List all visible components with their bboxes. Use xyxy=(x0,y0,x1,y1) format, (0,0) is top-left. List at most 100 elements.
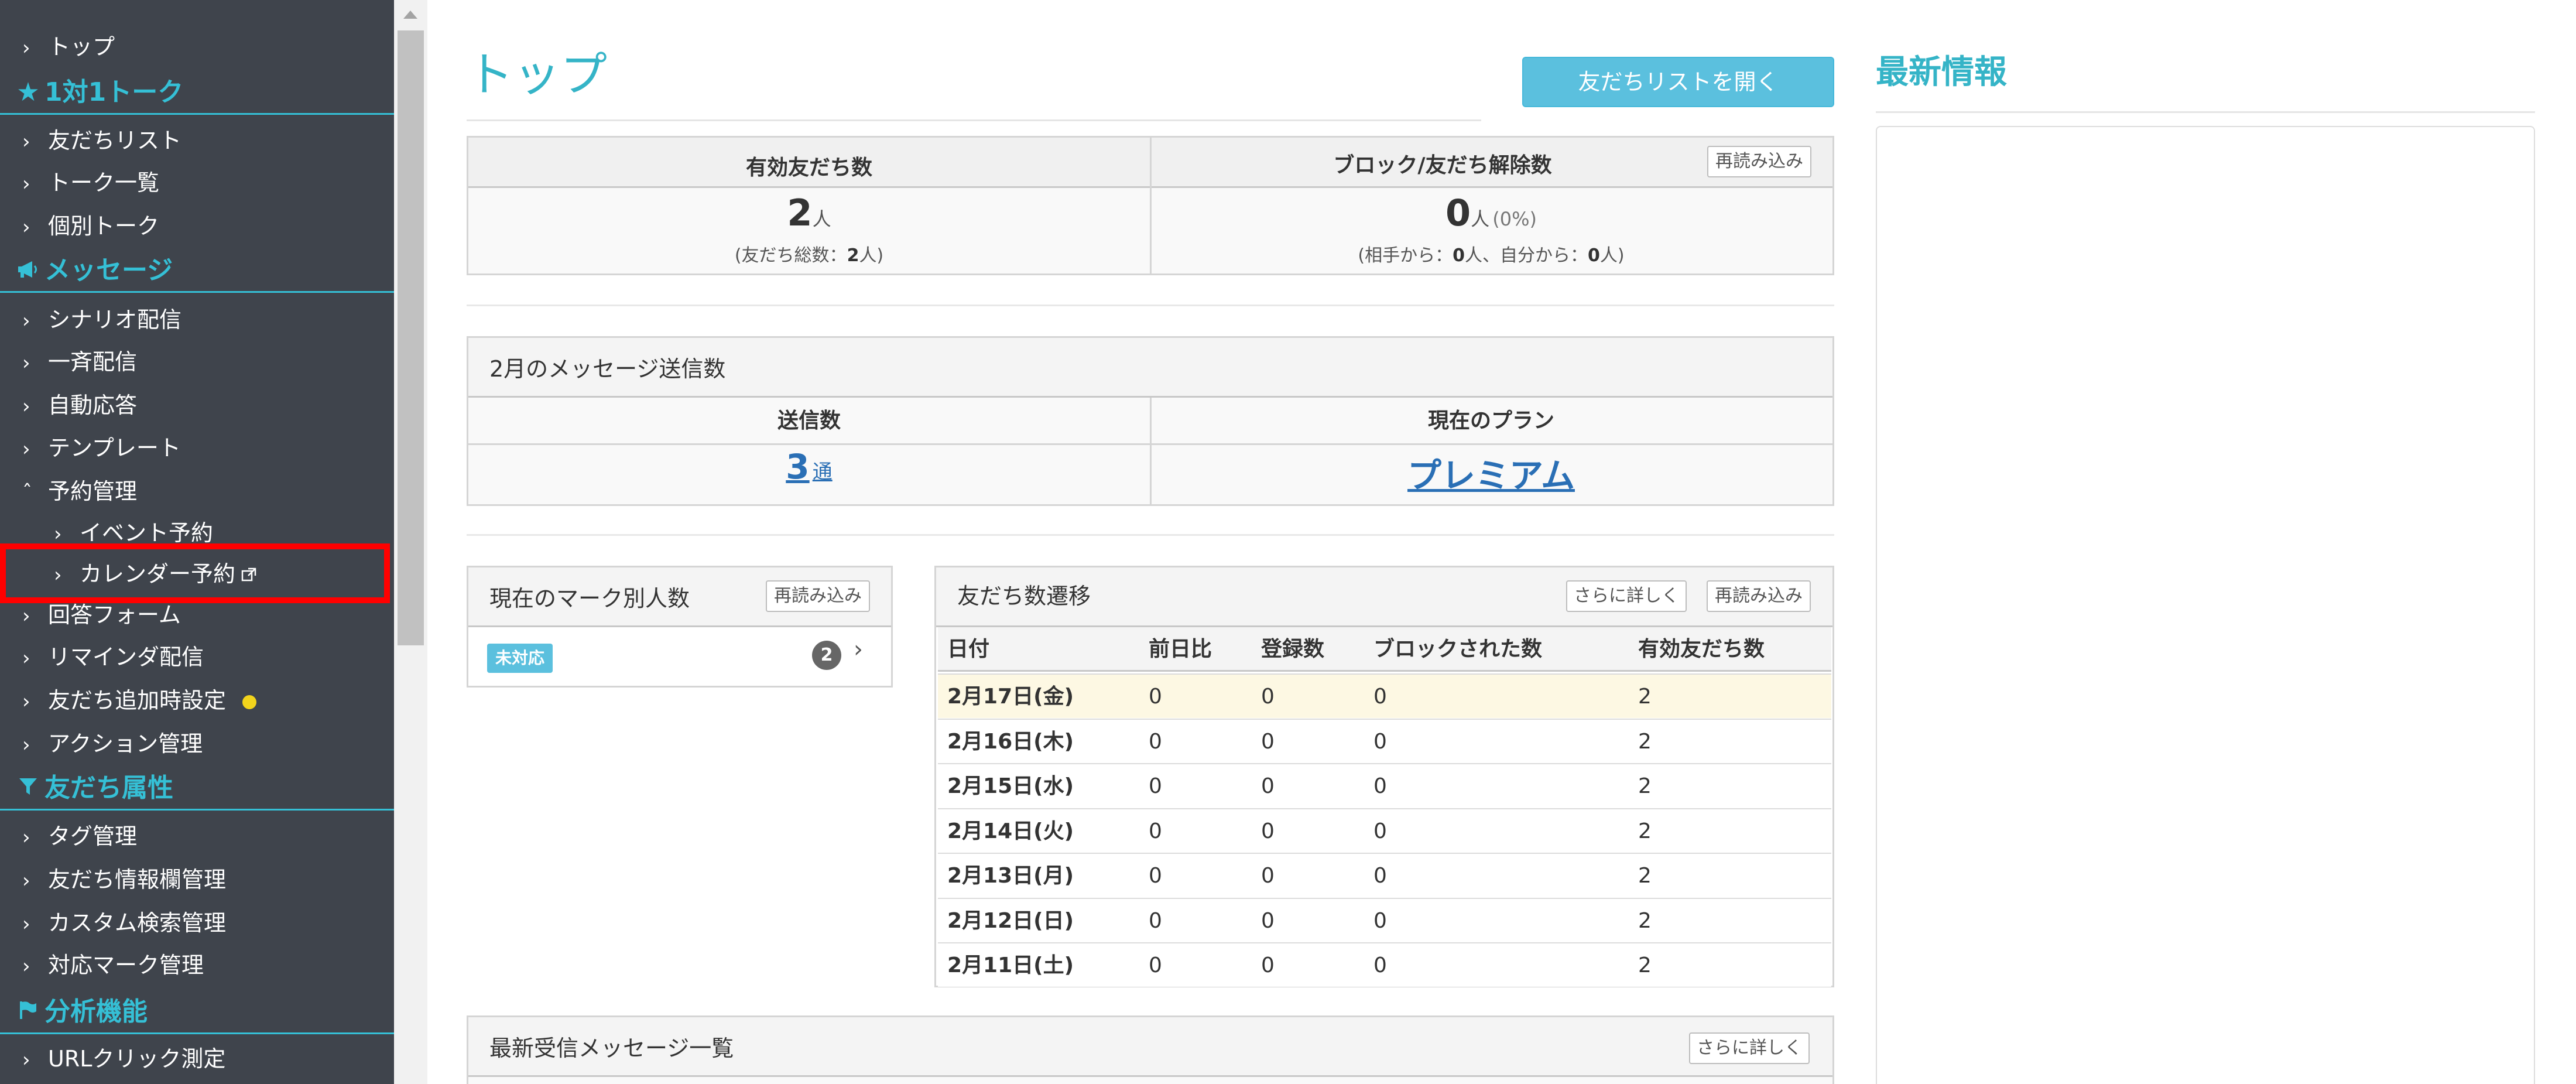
table-cell: 2月17日(金) xyxy=(947,685,1074,709)
table-cell: 0 xyxy=(1149,729,1162,754)
table-cell: 2 xyxy=(1638,864,1652,888)
notification-dot xyxy=(242,695,257,709)
sidebar-item-broadcast[interactable]: › 一斉配信 xyxy=(22,346,137,378)
table-cell: 0 xyxy=(1149,685,1162,709)
latest-messages-panel: 最新受信メッセージ一覧 さらに詳しく xyxy=(467,1015,1834,1084)
mark-badge-unhandled[interactable]: 未対応 xyxy=(487,644,553,673)
chevron-right-icon: › xyxy=(22,604,30,628)
chevron-right-icon: › xyxy=(22,826,30,849)
chevron-right-icon: › xyxy=(22,1048,30,1072)
star-icon: ★ xyxy=(16,77,40,107)
news-title: 最新情報 xyxy=(1876,53,2007,91)
table-cell: 0 xyxy=(1149,908,1162,933)
sidebar-item-mark-management[interactable]: › 対応マーク管理 xyxy=(22,949,204,982)
table-cell: 2月15日(水) xyxy=(947,774,1074,798)
table-row: 2月12日(日) 0 0 0 2 xyxy=(938,897,1831,942)
sidebar-item-reservation[interactable]: ˆ 予約管理 xyxy=(22,475,137,508)
chevron-right-icon: › xyxy=(22,130,30,153)
trend-reload-button[interactable]: 再読み込み xyxy=(1707,580,1811,612)
active-friends-value: 2人 xyxy=(787,192,831,234)
trend-detail-button[interactable]: さらに詳しく xyxy=(1566,580,1687,612)
sidebar-item-reminder[interactable]: › リマインダ配信 xyxy=(22,641,204,673)
news-divider xyxy=(1876,111,2535,113)
open-friend-list-button[interactable]: 友だちリストを開く xyxy=(1522,57,1834,107)
table-cell: 0 xyxy=(1261,685,1275,709)
table-row: 2月16日(木) 0 0 0 2 xyxy=(938,718,1831,763)
table-cell: 2月12日(日) xyxy=(947,908,1074,933)
table-cell: 0 xyxy=(1149,819,1162,843)
sidebar-item-auto-reply[interactable]: › 自動応答 xyxy=(22,389,137,422)
table-cell: 2月14日(火) xyxy=(947,819,1074,843)
chevron-right-icon: › xyxy=(22,912,30,936)
friend-trend-panel: 友だち数遷移 さらに詳しく 再読み込み 日付 前日比 登録数 ブロックされた数 … xyxy=(934,566,1834,987)
section-one-to-one-talk: ★ 1対1トーク xyxy=(0,70,394,115)
table-cell: 0 xyxy=(1149,953,1162,977)
sidebar-item-scenario[interactable]: › シナリオ配信 xyxy=(22,303,181,336)
table-row: 2月11日(土) 0 0 0 2 xyxy=(938,942,1831,987)
table-cell: 0 xyxy=(1149,864,1162,888)
table-cell: 0 xyxy=(1373,864,1387,888)
column-header-change: 前日比 xyxy=(1149,637,1212,661)
sent-count-label: 送信数 xyxy=(777,409,841,433)
reload-button[interactable]: 再読み込み xyxy=(1707,146,1811,177)
sent-count-value: 3 通 xyxy=(786,447,833,487)
sidebar-item-friend-info-management[interactable]: › 友だち情報欄管理 xyxy=(22,863,226,896)
sidebar-item-friend-add-settings[interactable]: › 友だち追加時設定 xyxy=(22,684,257,717)
chevron-right-icon: › xyxy=(22,216,30,239)
megaphone-icon xyxy=(12,248,44,293)
chevron-right-icon: › xyxy=(22,309,30,333)
table-cell: 0 xyxy=(1373,819,1387,843)
section-divider xyxy=(467,534,1834,536)
table-cell: 2 xyxy=(1638,908,1652,933)
column-header-blocked: ブロックされた数 xyxy=(1373,637,1543,661)
latest-messages-title: 最新受信メッセージ一覧 xyxy=(489,1035,734,1061)
chevron-right-icon[interactable]: › xyxy=(854,636,863,663)
sidebar-item-friend-list[interactable]: › 友だちリスト xyxy=(22,124,181,157)
filter-icon xyxy=(12,766,44,811)
sidebar-item-template[interactable]: › テンプレート xyxy=(22,432,181,464)
column-header-active: 有効友だち数 xyxy=(1638,637,1765,661)
chevron-right-icon: › xyxy=(22,690,30,713)
current-plan-label: 現在のプラン xyxy=(1427,409,1554,433)
sidebar-item-custom-search[interactable]: › カスタム検索管理 xyxy=(22,907,226,939)
section-message: メッセージ xyxy=(0,248,394,293)
chevron-right-icon: › xyxy=(22,869,30,892)
scroll-thumb[interactable] xyxy=(398,30,424,645)
section-friend-attributes: 友だち属性 xyxy=(0,766,394,811)
table-cell: 0 xyxy=(1373,774,1387,798)
chevron-right-icon: › xyxy=(22,733,30,757)
chevron-right-icon: › xyxy=(22,351,30,375)
plan-link[interactable]: プレミアム xyxy=(1407,456,1575,495)
blocked-breakdown-note: (相手から：0人、自分から：0人) xyxy=(1358,245,1625,266)
table-cell: 2 xyxy=(1638,819,1652,843)
table-cell: 0 xyxy=(1261,908,1275,933)
sidebar-scrollbar[interactable] xyxy=(394,0,427,1084)
chevron-right-icon: › xyxy=(22,647,30,670)
table-cell: 2 xyxy=(1638,774,1652,798)
flag-icon xyxy=(12,990,44,1034)
sidebar-item-answer-form[interactable]: › 回答フォーム xyxy=(22,599,181,631)
total-friends-note: (友だち総数：2人) xyxy=(734,245,884,266)
table-cell: 2 xyxy=(1638,685,1652,709)
sent-count-link[interactable]: 3 xyxy=(786,447,809,487)
table-cell: 2月11日(土) xyxy=(947,953,1074,977)
sidebar-item-top[interactable]: › トップ xyxy=(22,30,115,63)
title-divider xyxy=(467,119,1481,121)
latest-detail-button[interactable]: さらに詳しく xyxy=(1689,1032,1810,1064)
news-panel xyxy=(1876,126,2535,1084)
table-cell: 2 xyxy=(1638,953,1652,977)
sidebar-item-talk-list[interactable]: › トーク一覧 xyxy=(22,166,159,199)
sidebar-item-action-management[interactable]: › アクション管理 xyxy=(22,727,203,760)
highlight-box xyxy=(0,543,390,603)
friend-trend-title: 友だち数遷移 xyxy=(957,583,1091,609)
table-cell: 0 xyxy=(1373,685,1387,709)
scroll-up-arrow-icon[interactable] xyxy=(403,11,417,19)
blocked-friends-value: 0人 (0%) xyxy=(1445,192,1537,234)
marks-reload-button[interactable]: 再読み込み xyxy=(766,580,870,612)
sidebar: › トップ ★ 1対1トーク › 友だちリスト › トーク一覧 › 個別トーク メッセージ… xyxy=(0,0,394,1084)
table-row: 2月15日(水) 0 0 0 2 xyxy=(938,763,1831,808)
sidebar-item-tag-management[interactable]: › タグ管理 xyxy=(22,820,137,853)
sidebar-item-url-click[interactable]: › URLクリック測定 xyxy=(22,1042,225,1075)
sidebar-item-individual-talk[interactable]: › 個別トーク xyxy=(22,210,159,242)
column-header-date: 日付 xyxy=(947,637,990,661)
